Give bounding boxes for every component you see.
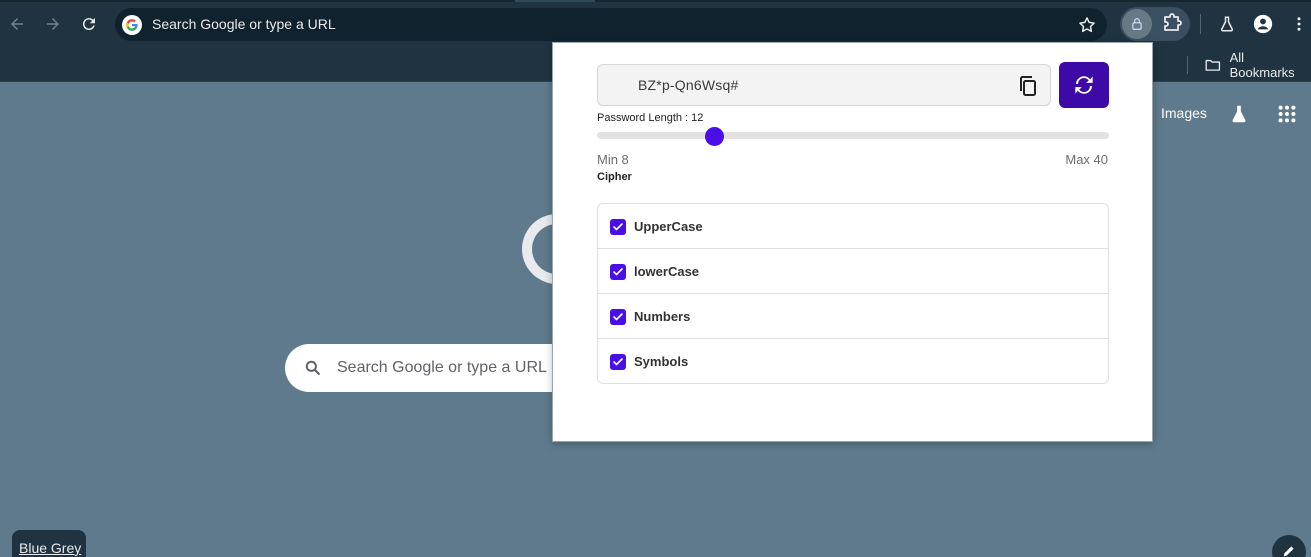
numbers-label: Numbers <box>634 309 691 324</box>
tab-strip <box>0 0 1311 2</box>
profile-icon <box>1253 14 1273 34</box>
omnibox-placeholder: Search Google or type a URL <box>152 16 336 32</box>
browser-toolbar: Search Google or type a URL <box>0 0 1311 48</box>
refresh-icon <box>1075 76 1093 94</box>
labs-button[interactable] <box>1215 12 1239 36</box>
option-symbols[interactable]: Symbols <box>598 339 1108 383</box>
menu-button[interactable] <box>1287 12 1311 36</box>
checkmark-icon <box>613 313 623 321</box>
back-icon <box>11 18 23 30</box>
password-field[interactable]: BZ*p-Qn6Wsq# <box>597 64 1051 106</box>
images-link[interactable]: Images <box>1161 105 1207 121</box>
uppercase-checkbox[interactable] <box>610 219 626 235</box>
extensions-group <box>1120 7 1190 41</box>
search-icon <box>305 360 320 375</box>
password-length-slider[interactable] <box>597 132 1109 139</box>
uppercase-label: UpperCase <box>634 219 703 234</box>
star-icon[interactable] <box>1077 15 1097 35</box>
checkmark-icon <box>613 268 623 276</box>
customize-button[interactable] <box>1272 535 1306 557</box>
folder-icon <box>1205 59 1221 71</box>
omnibox[interactable]: Search Google or type a URL <box>115 8 1107 41</box>
cipher-options: UpperCase lowerCase Numbers Symbols <box>597 203 1109 384</box>
active-tab-indicator <box>515 0 595 2</box>
toolbar-divider <box>1200 14 1201 34</box>
labs-icon <box>1220 16 1234 32</box>
numbers-checkbox[interactable] <box>610 309 626 325</box>
checkmark-icon <box>613 358 623 366</box>
reload-icon <box>82 18 95 31</box>
google-icon <box>122 15 142 35</box>
lock-icon <box>1132 18 1142 30</box>
reload-button[interactable] <box>77 12 101 36</box>
apps-icon[interactable] <box>1276 103 1298 125</box>
password-value: BZ*p-Qn6Wsq# <box>638 77 739 93</box>
checkmark-icon <box>613 223 623 231</box>
all-bookmarks-label: All Bookmarks <box>1229 50 1295 80</box>
all-bookmarks-button[interactable]: All Bookmarks <box>1204 50 1311 80</box>
regenerate-button[interactable] <box>1059 62 1109 108</box>
puzzle-icon[interactable] <box>1160 12 1184 36</box>
password-generator-popup: BZ*p-Qn6Wsq# Password Length : 12 Min 8 … <box>552 42 1153 442</box>
lowercase-checkbox[interactable] <box>610 264 626 280</box>
option-numbers[interactable]: Numbers <box>598 294 1108 339</box>
symbols-label: Symbols <box>634 354 689 369</box>
symbols-checkbox[interactable] <box>610 354 626 370</box>
ntp-search-placeholder: Search Google or type a URL <box>337 359 547 376</box>
back-button[interactable] <box>5 12 29 36</box>
option-lowercase[interactable]: lowerCase <box>598 249 1108 294</box>
lowercase-label: lowerCase <box>634 264 700 279</box>
password-length-label: Password Length : 12 <box>597 112 704 124</box>
cipher-heading: Cipher <box>597 171 632 183</box>
bookmarks-divider <box>1187 56 1188 74</box>
password-extension-button[interactable] <box>1122 9 1152 39</box>
theme-chip: Blue Grey <box>12 530 86 557</box>
theme-name-link[interactable]: Blue Grey <box>19 540 81 556</box>
forward-button[interactable] <box>41 12 65 36</box>
forward-icon <box>47 18 59 30</box>
labs-icon[interactable] <box>1228 103 1250 125</box>
min-length-label: Min 8 <box>597 152 629 167</box>
max-length-label: Max 40 <box>1065 152 1108 167</box>
pencil-icon <box>1283 546 1294 557</box>
profile-button[interactable] <box>1251 12 1275 36</box>
copy-icon[interactable] <box>1016 74 1040 98</box>
option-uppercase[interactable]: UpperCase <box>598 204 1108 249</box>
slider-thumb[interactable] <box>704 127 724 146</box>
menu-icon <box>1297 17 1301 31</box>
